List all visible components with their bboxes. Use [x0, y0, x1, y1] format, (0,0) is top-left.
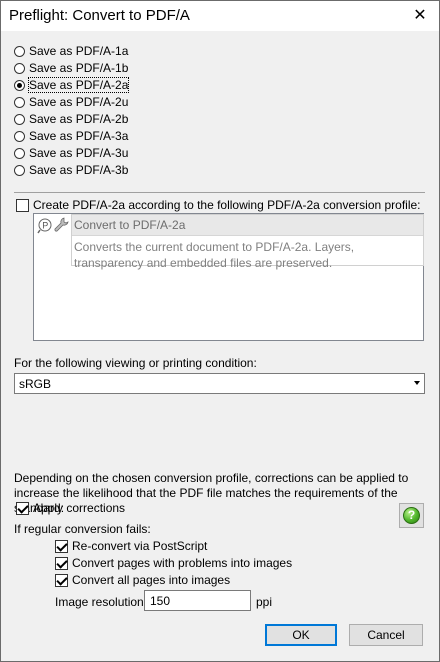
cancel-button[interactable]: Cancel — [349, 624, 423, 646]
radio-pdfa-3u[interactable]: Save as PDF/A-3u — [14, 145, 128, 161]
close-icon[interactable]: ✕ — [409, 5, 431, 27]
convert-problem-pages-row[interactable]: Convert pages with problems into images — [55, 556, 292, 570]
radio-label: Save as PDF/A-3u — [29, 146, 129, 160]
radio-button[interactable] — [14, 130, 25, 142]
condition-label: For the following viewing or printing co… — [14, 356, 257, 370]
condition-dropdown[interactable]: sRGB — [14, 373, 425, 394]
radio-button[interactable] — [14, 147, 25, 159]
convert-all-pages-row[interactable]: Convert all pages into images — [55, 573, 230, 587]
image-resolution-label: Image resolution: — [55, 595, 148, 609]
radio-label: Save as PDF/A-2b — [29, 112, 129, 126]
create-profile-checkbox-row[interactable]: Create PDF/A-2a according to the followi… — [16, 198, 421, 212]
radio-label: Save as PDF/A-1b — [29, 61, 129, 75]
condition-value: sRGB — [19, 377, 52, 391]
help-button[interactable]: ? — [399, 503, 424, 528]
radio-button[interactable] — [14, 45, 25, 57]
radio-pdfa-2b[interactable]: Save as PDF/A-2b — [14, 111, 128, 127]
radio-button[interactable] — [14, 164, 25, 176]
dialog-title: Preflight: Convert to PDF/A — [9, 7, 190, 24]
profile-description: Converts the current document to PDF/A-2… — [74, 240, 355, 270]
profile-header: Convert to PDF/A-2a — [72, 215, 423, 236]
resolution-unit: ppi — [256, 595, 273, 609]
radio-label: Save as PDF/A-3a — [29, 129, 129, 143]
radio-label: Save as PDF/A-3b — [29, 163, 129, 177]
radio-pdfa-2a[interactable]: Save as PDF/A-2a — [14, 77, 130, 93]
fallback-label: If regular conversion fails: — [14, 522, 151, 536]
radio-button-selected[interactable] — [14, 79, 25, 91]
separator — [14, 192, 425, 193]
radio-button[interactable] — [14, 62, 25, 74]
convert-all-pages-label: Convert all pages into images — [72, 573, 231, 587]
profile-list[interactable]: P Convert to PDF/A-2a Converts the curre… — [33, 213, 424, 341]
reconvert-postscript-checkbox[interactable] — [55, 539, 68, 553]
radio-button[interactable] — [14, 113, 25, 125]
convert-problem-pages-checkbox[interactable] — [55, 556, 68, 570]
title-bar: Preflight: Convert to PDF/A ✕ — [1, 1, 439, 31]
create-profile-label: Create PDF/A-2a according to the followi… — [33, 198, 421, 212]
help-icon: ? — [403, 507, 420, 524]
radio-pdfa-2u[interactable]: Save as PDF/A-2u — [14, 94, 128, 110]
radio-label: Save as PDF/A-1a — [29, 44, 129, 58]
reconvert-postscript-label: Re-convert via PostScript — [72, 539, 208, 553]
radio-pdfa-3b[interactable]: Save as PDF/A-3b — [14, 162, 128, 178]
convert-all-pages-checkbox[interactable] — [55, 573, 68, 587]
wrench-icon — [54, 217, 69, 232]
apply-corrections-label: Apply corrections — [33, 501, 126, 515]
image-resolution-value: 150 — [150, 594, 171, 608]
convert-problem-pages-label: Convert pages with problems into images — [72, 556, 293, 570]
reconvert-postscript-row[interactable]: Re-convert via PostScript — [55, 539, 207, 553]
radio-label: Save as PDF/A-2u — [29, 95, 129, 109]
radio-pdfa-3a[interactable]: Save as PDF/A-3a — [14, 128, 128, 144]
radio-pdfa-1a[interactable]: Save as PDF/A-1a — [14, 43, 128, 59]
apply-corrections-row[interactable]: Apply corrections — [16, 501, 125, 515]
radio-pdfa-1b[interactable]: Save as PDF/A-1b — [14, 60, 128, 76]
profile-name: Convert to PDF/A-2a — [74, 218, 186, 232]
apply-corrections-checkbox[interactable] — [16, 501, 29, 515]
chevron-down-icon — [414, 381, 420, 385]
image-resolution-input[interactable]: 150 — [144, 590, 251, 611]
ok-button[interactable]: OK — [265, 624, 337, 646]
radio-label: Save as PDF/A-2a — [27, 77, 130, 93]
svg-text:P: P — [42, 221, 48, 231]
create-profile-checkbox[interactable] — [16, 198, 29, 212]
profile-item[interactable]: Convert to PDF/A-2a Converts the current… — [71, 214, 424, 270]
profile-icons: P — [37, 217, 69, 235]
radio-button[interactable] — [14, 96, 25, 108]
